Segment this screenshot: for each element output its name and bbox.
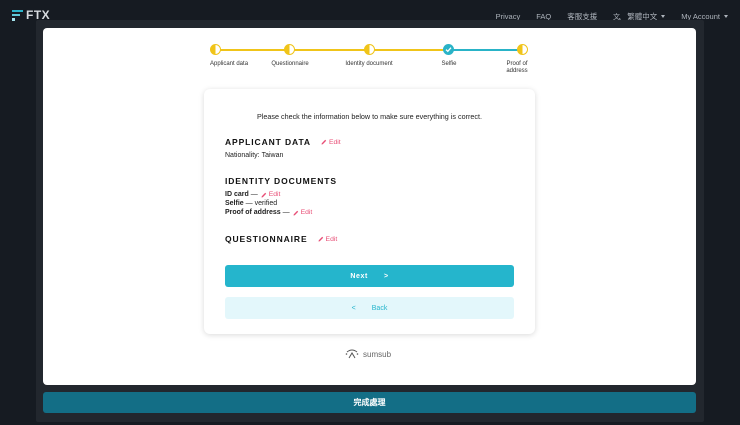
identity-documents-section: IDENTITY DOCUMENTS	[225, 176, 337, 186]
next-button-label: Next	[350, 272, 368, 280]
pencil-icon	[293, 210, 298, 215]
nationality-row: Nationality: Taiwan	[225, 152, 283, 159]
nationality-label: Nationality:	[225, 152, 260, 159]
proof-of-address-label: Proof of address	[225, 209, 281, 216]
sumsub-wordmark: sumsub	[363, 349, 392, 359]
review-intro-text: Please check the information below to ma…	[257, 112, 482, 121]
chevron-down-icon	[661, 15, 666, 18]
selfie-label: Selfie	[225, 200, 244, 207]
step-identity-document-indicator	[364, 44, 375, 55]
chevron-left-icon: <	[351, 304, 356, 312]
step-label-identity-document[interactable]: Identity document	[334, 61, 404, 68]
back-button[interactable]: < Back	[225, 297, 514, 319]
step-label-proof-of-address[interactable]: Proof of address	[503, 61, 531, 75]
section-title: APPLICANT DATA	[225, 137, 311, 147]
applicant-data-section: APPLICANT DATA Edit	[225, 137, 341, 147]
ftx-logo-icon	[12, 9, 23, 21]
questionnaire-section: QUESTIONNAIRE Edit	[225, 234, 337, 244]
edit-id-card-link[interactable]: Edit	[261, 191, 280, 198]
stepper-connector	[216, 49, 289, 51]
id-card-label: ID card	[225, 191, 249, 198]
selfie-row: Selfie — verified	[225, 200, 277, 207]
pencil-icon	[261, 192, 266, 197]
step-selfie-check-icon	[443, 44, 454, 55]
next-button[interactable]: Next >	[225, 265, 514, 287]
pencil-icon	[321, 139, 327, 145]
step-label-questionnaire[interactable]: Questionnaire	[262, 61, 318, 68]
section-title: IDENTITY DOCUMENTS	[225, 176, 337, 186]
chevron-right-icon: >	[383, 272, 389, 280]
edit-applicant-data-link[interactable]: Edit	[321, 139, 341, 146]
edit-questionnaire-link[interactable]: Edit	[318, 236, 337, 243]
step-applicant-data-indicator	[210, 44, 221, 55]
stepper-connector	[290, 49, 369, 51]
chevron-down-icon	[724, 15, 728, 18]
selfie-status: — verified	[245, 200, 278, 207]
section-title: QUESTIONNAIRE	[225, 234, 308, 244]
complete-processing-button[interactable]: 完成處理	[43, 392, 696, 413]
sumsub-logo: sumsub	[345, 349, 391, 359]
step-label-applicant-data[interactable]: Applicant data	[210, 61, 250, 68]
pencil-icon	[318, 236, 323, 242]
step-proof-of-address-indicator	[517, 44, 528, 55]
proof-of-address-row: Proof of address — Edit	[225, 209, 313, 216]
sumsub-logo-icon	[345, 349, 359, 359]
step-questionnaire-indicator	[284, 44, 295, 55]
stepper-connector	[449, 49, 522, 51]
edit-proof-of-address-link[interactable]: Edit	[293, 209, 312, 216]
nationality-value: Taiwan	[261, 152, 284, 159]
review-panel: Please check the information below to ma…	[204, 89, 535, 334]
id-card-row: ID card — Edit	[225, 191, 281, 198]
stepper-connector	[369, 49, 449, 51]
step-label-selfie[interactable]: Selfie	[432, 61, 466, 68]
back-button-label: Back	[371, 304, 388, 312]
